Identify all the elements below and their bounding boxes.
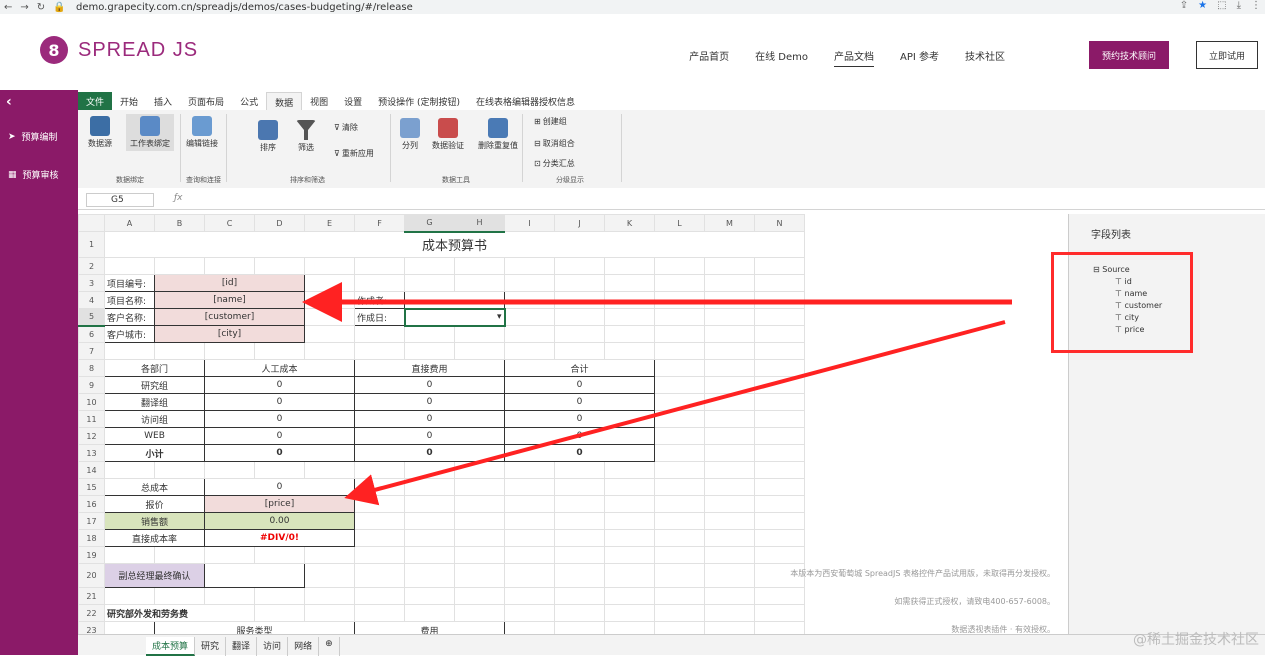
lock-icon: 🔒 [53, 2, 65, 13]
tab-custom[interactable]: 预设操作 (定制按钮) [370, 92, 468, 110]
validate-icon [438, 118, 458, 138]
sheet-tab[interactable]: 访问 [257, 637, 288, 656]
ungroup-button[interactable]: ⊟取消组合 [534, 138, 575, 149]
grid-icon: ▦ [8, 170, 17, 180]
share-icon[interactable]: ⇪ [1180, 0, 1188, 11]
sheet-bind-icon [140, 116, 160, 136]
sheet-tab-bar: 成本预算 研究 翻译 访问 网络 ⊕ [78, 634, 1265, 655]
sheet-title: 成本预算书 [105, 232, 805, 258]
fx-icon[interactable]: ƒx [174, 193, 183, 203]
clear-button[interactable]: ⊽清除 [334, 122, 358, 133]
forward-icon[interactable]: → [20, 2, 28, 13]
collapse-icon[interactable]: ‹ [6, 94, 12, 110]
menu-icon[interactable]: ⋮ [1251, 0, 1261, 11]
dedupe-button[interactable]: 删除重复值 [478, 118, 518, 151]
reload-icon[interactable]: ↻ [37, 2, 45, 13]
validate-button[interactable]: 数据验证 [432, 118, 464, 151]
tab-settings[interactable]: 设置 [336, 92, 370, 110]
namebox[interactable]: G5 [86, 193, 154, 207]
nav-demo[interactable]: 在线 Demo [755, 48, 808, 67]
tab-view[interactable]: 视图 [302, 92, 336, 110]
subtotal-button[interactable]: ⊡分类汇总 [534, 158, 575, 169]
spreadjs-logo[interactable]: 8SPREAD JS [40, 36, 198, 64]
sheet-tab[interactable]: 网络 [288, 637, 319, 656]
group-label: 分级显示 [556, 175, 584, 185]
group-label: 排序和筛选 [290, 175, 325, 185]
group-label: 查询和连接 [186, 175, 221, 185]
site-header: 8SPREAD JS 产品首页 在线 Demo 产品文档 API 参考 技术社区… [0, 14, 1265, 90]
filter-button[interactable]: 筛选 [296, 120, 316, 153]
editlink-button[interactable]: 编辑链接 [186, 116, 218, 149]
nav-docs[interactable]: 产品文档 [834, 48, 874, 67]
nav-home[interactable]: 产品首页 [689, 48, 729, 67]
extensions-icon[interactable]: ⬚ [1217, 0, 1226, 11]
group-label: 数据工具 [442, 175, 470, 185]
tab-layout[interactable]: 页面布局 [180, 92, 232, 110]
tab-license[interactable]: 在线表格编辑器授权信息 [468, 92, 583, 110]
nav-community[interactable]: 技术社区 [965, 48, 1005, 67]
sort-button[interactable]: 排序 [258, 120, 278, 153]
download-icon[interactable]: ⤓ [1237, 0, 1241, 11]
datasource-button[interactable]: 数据源 [88, 116, 112, 149]
sheet-tab[interactable]: 成本预算 [146, 637, 195, 656]
browser-toolbar: ← → ↻ 🔒 demo.grapecity.com.cn/spreadjs/demo… [0, 0, 1265, 14]
tab-formula[interactable]: 公式 [232, 92, 266, 110]
sidebar: ‹ ➤预算编制 ▦预算审核 [0, 90, 78, 655]
tab-file[interactable]: 文件 [78, 92, 112, 110]
filter-icon [296, 120, 316, 140]
link-icon [192, 116, 212, 136]
reapply-button[interactable]: ⊽重新应用 [334, 148, 374, 159]
tab-home[interactable]: 开始 [112, 92, 146, 110]
group-label: 数据绑定 [116, 175, 144, 185]
group-icon: ⊞ [534, 117, 541, 126]
back-icon[interactable]: ← [4, 2, 12, 13]
sheet-tab[interactable]: 研究 [195, 637, 226, 656]
binding-button[interactable]: 工作表绑定 [126, 114, 174, 151]
sheet-tab[interactable]: 翻译 [226, 637, 257, 656]
dedupe-icon [488, 118, 508, 138]
group-button[interactable]: ⊞创建组 [534, 116, 567, 127]
formula-bar: G5 ƒx [78, 190, 1265, 210]
reapply-icon: ⊽ [334, 149, 340, 158]
address-bar[interactable]: demo.grapecity.com.cn/spreadjs/demos/cas… [70, 2, 413, 13]
send-icon: ➤ [8, 132, 16, 142]
sort-icon [258, 120, 278, 140]
split-button[interactable]: 分列 [400, 118, 420, 151]
tab-data[interactable]: 数据 [266, 92, 302, 110]
field-list-title: 字段列表 [1091, 226, 1131, 241]
watermark: 本版本为西安葡萄城 SpreadJS 表格控件产品试用版，未取得再分发授权。 如… [735, 560, 1055, 644]
tab-insert[interactable]: 插入 [146, 92, 180, 110]
clear-filter-icon: ⊽ [334, 123, 340, 132]
highlight-box [1051, 252, 1193, 353]
nav-api[interactable]: API 参考 [900, 48, 939, 67]
sidebar-item-budget-review[interactable]: ▦预算审核 [8, 168, 59, 181]
subtotal-icon: ⊡ [534, 159, 541, 168]
add-sheet-icon[interactable]: ⊕ [319, 637, 340, 656]
ungroup-icon: ⊟ [534, 139, 541, 148]
consult-button[interactable]: 预约技术顾问 [1089, 41, 1169, 69]
star-icon[interactable]: ★ [1198, 0, 1207, 11]
sidebar-item-budget-edit[interactable]: ➤预算编制 [8, 130, 58, 143]
split-icon [400, 118, 420, 138]
ribbon: 文件 开始 插入 页面布局 公式 数据 视图 设置 预设操作 (定制按钮) 在线… [78, 90, 1265, 188]
database-icon [90, 116, 110, 136]
credit-watermark: @稀土掘金技术社区 [1133, 629, 1259, 649]
trial-button[interactable]: 立即试用 [1196, 41, 1258, 69]
